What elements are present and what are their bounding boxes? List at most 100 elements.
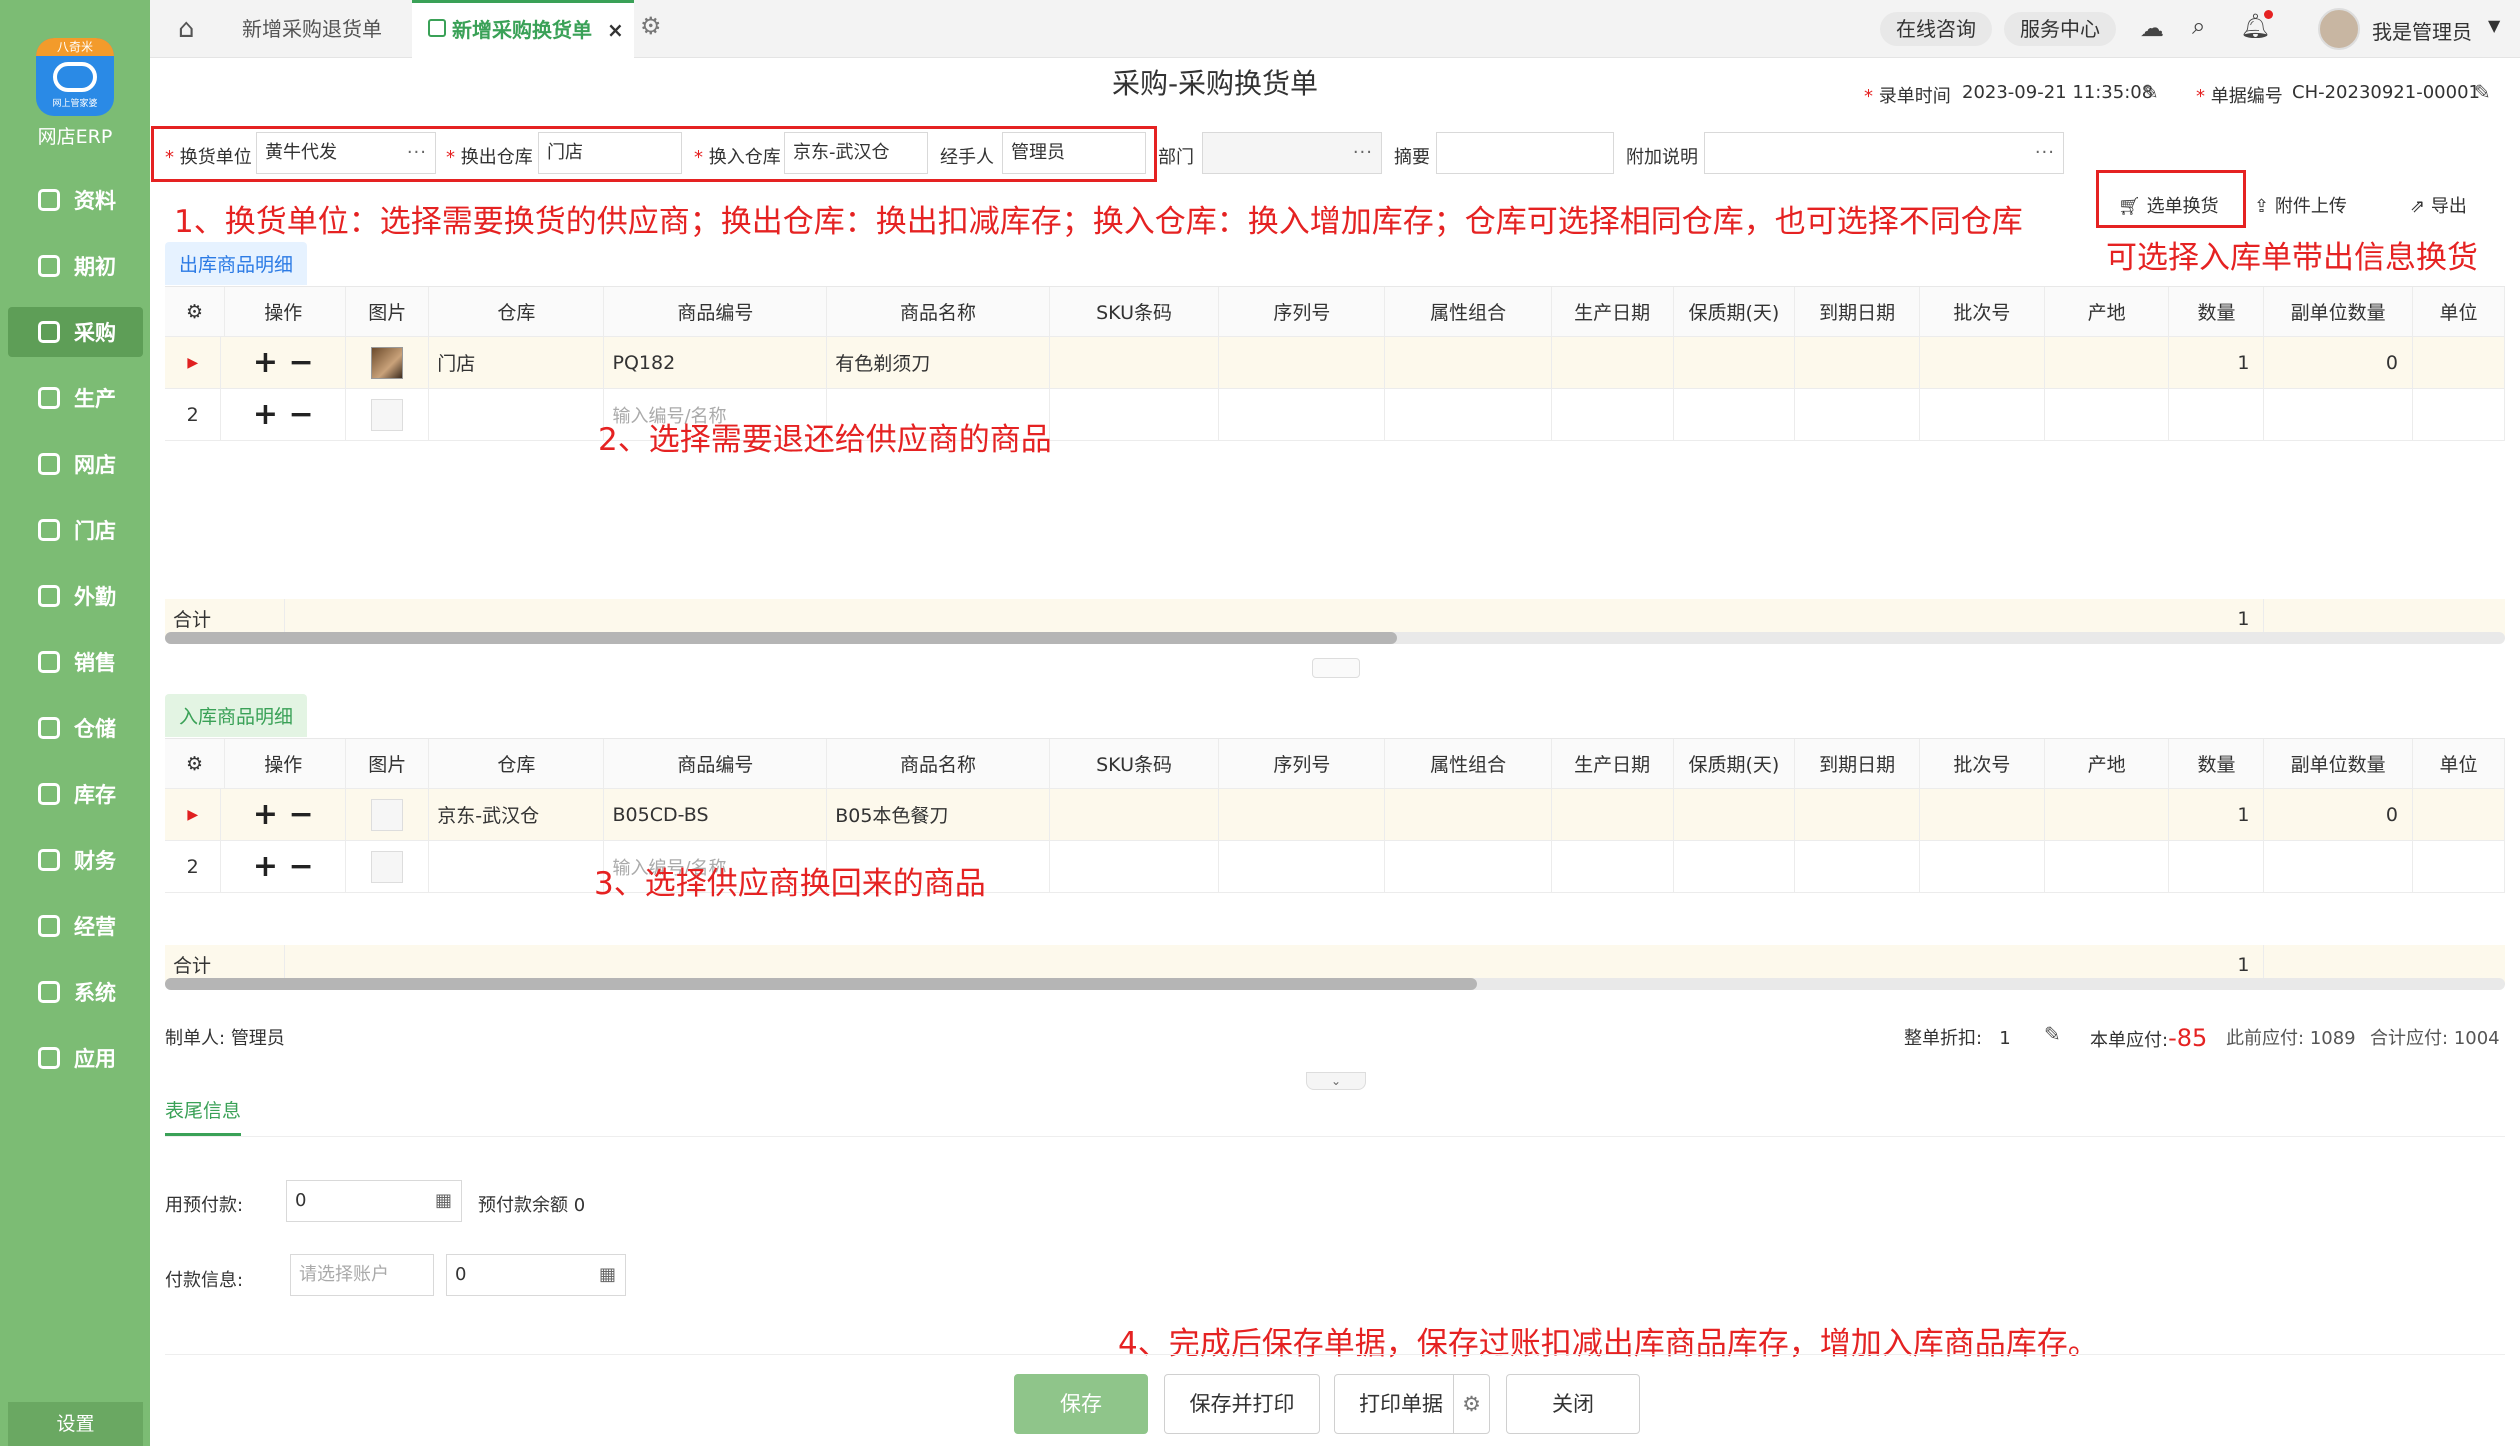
more-icon[interactable]: ··· xyxy=(407,133,427,173)
warehouse-cell[interactable]: 京东-武汉仓 xyxy=(429,789,605,840)
unit-cell[interactable] xyxy=(2413,841,2505,892)
table-cell[interactable] xyxy=(1219,337,1386,388)
gear-icon[interactable]: ⚙ xyxy=(1453,1375,1489,1433)
column-header[interactable]: 数量 xyxy=(2169,287,2265,336)
remove-row-icon[interactable]: − xyxy=(288,797,313,832)
image-cell[interactable] xyxy=(346,789,430,840)
chevron-down-icon[interactable]: ▼ xyxy=(2488,16,2500,35)
product-name-cell[interactable]: B05本色餐刀 xyxy=(827,789,1050,840)
summary-field[interactable] xyxy=(1436,132,1614,174)
table-cell[interactable] xyxy=(1920,789,2045,840)
column-header[interactable]: 仓库 xyxy=(429,739,605,788)
table-cell[interactable] xyxy=(1385,337,1552,388)
tab-purchase-return[interactable]: 新增采购退货单 xyxy=(220,0,410,58)
out-section-title[interactable]: 出库商品明细 xyxy=(165,242,308,285)
print-button[interactable]: 打印单据 ⚙ xyxy=(1334,1374,1490,1434)
table-cell[interactable] xyxy=(1674,789,1796,840)
column-header[interactable]: 保质期(天) xyxy=(1674,287,1796,336)
table-cell[interactable] xyxy=(1219,389,1386,440)
sub-quantity-cell[interactable] xyxy=(2264,841,2413,892)
user-name[interactable]: 我是管理员 xyxy=(2372,16,2472,45)
column-header[interactable]: 产地 xyxy=(2045,739,2170,788)
pay-amount-field[interactable]: 0 ▦ xyxy=(446,1254,626,1296)
tail-info-tab[interactable]: 表尾信息 xyxy=(165,1096,242,1136)
column-header[interactable]: 副单位数量 xyxy=(2264,739,2413,788)
table-cell[interactable] xyxy=(1552,841,1674,892)
table-cell[interactable] xyxy=(1920,389,2045,440)
remove-row-icon[interactable]: − xyxy=(288,849,313,884)
quantity-cell[interactable]: 1 xyxy=(2169,789,2265,840)
warehouse-cell[interactable] xyxy=(429,389,605,440)
table-row[interactable]: 2 + − 输入编号/名称 xyxy=(165,389,2505,441)
sub-quantity-cell[interactable] xyxy=(2264,389,2413,440)
out-scrollbar[interactable] xyxy=(165,632,2505,644)
calculator-icon[interactable]: ▦ xyxy=(435,1181,453,1221)
online-consult-button[interactable]: 在线咨询 xyxy=(1880,12,1992,46)
sub-quantity-cell[interactable]: 0 xyxy=(2264,789,2413,840)
sidebar-item-8[interactable]: 仓储 xyxy=(8,703,143,753)
product-code-cell[interactable]: B05CD-BS xyxy=(604,789,828,840)
table-row[interactable]: ▶ + − 门店 PQ182 有色剃须刀 1 0 xyxy=(165,337,2505,389)
in-warehouse-field[interactable]: 京东-武汉仓 xyxy=(784,132,928,174)
table-cell[interactable] xyxy=(1050,789,1220,840)
column-header[interactable]: 序列号 xyxy=(1219,287,1386,336)
gear-icon[interactable]: ⚙ xyxy=(640,12,662,40)
column-header[interactable]: 属性组合 xyxy=(1385,287,1552,336)
column-header[interactable]: SKU条码 xyxy=(1050,287,1220,336)
add-row-icon[interactable]: + xyxy=(253,397,289,432)
dept-field[interactable]: ··· xyxy=(1202,132,1382,174)
sidebar-item-1[interactable]: 期初 xyxy=(8,241,143,291)
table-row[interactable]: 2 + − 输入编号/名称 xyxy=(165,841,2505,893)
table-cell[interactable] xyxy=(1674,389,1796,440)
table-cell[interactable] xyxy=(1050,841,1220,892)
table-cell[interactable] xyxy=(1552,789,1674,840)
table-cell[interactable] xyxy=(1920,841,2045,892)
sidebar-item-11[interactable]: 经营 xyxy=(8,901,143,951)
unit-cell[interactable] xyxy=(2413,789,2505,840)
account-select[interactable]: 请选择账户 xyxy=(290,1254,434,1296)
warehouse-cell[interactable] xyxy=(429,841,605,892)
handler-field[interactable]: 管理员 xyxy=(1002,132,1146,174)
column-header[interactable]: 保质期(天) xyxy=(1674,739,1796,788)
sidebar-item-6[interactable]: 外勤 xyxy=(8,571,143,621)
table-cell[interactable] xyxy=(1385,841,1552,892)
in-scrollbar[interactable] xyxy=(165,978,2505,990)
edit-icon[interactable]: ✎ xyxy=(2474,80,2491,104)
close-icon[interactable]: × xyxy=(607,18,624,42)
table-cell[interactable] xyxy=(1385,789,1552,840)
table-cell[interactable] xyxy=(1050,389,1220,440)
column-header[interactable]: 图片 xyxy=(346,739,430,788)
cloud-download-icon[interactable]: ☁ xyxy=(2140,14,2164,42)
column-header[interactable]: 数量 xyxy=(2169,739,2265,788)
column-header[interactable]: 产地 xyxy=(2045,287,2170,336)
attach-upload-button[interactable]: ⇪ 附件上传 xyxy=(2254,192,2347,218)
note-field[interactable]: ··· xyxy=(1704,132,2064,174)
product-image[interactable] xyxy=(371,398,404,431)
warehouse-cell[interactable]: 门店 xyxy=(429,337,605,388)
column-header[interactable]: 商品名称 xyxy=(827,287,1050,336)
operation-cell[interactable]: + − xyxy=(221,841,347,892)
sidebar-item-2[interactable]: 采购 xyxy=(8,307,143,357)
settings-button[interactable]: 设置 xyxy=(8,1402,143,1446)
add-row-icon[interactable]: + xyxy=(253,345,289,380)
operation-cell[interactable]: + − xyxy=(221,337,347,388)
sidebar-item-0[interactable]: 资料 xyxy=(8,175,143,225)
edit-icon[interactable]: ✎ xyxy=(2044,1022,2061,1046)
column-header[interactable]: 属性组合 xyxy=(1385,739,1552,788)
column-header[interactable]: 到期日期 xyxy=(1795,739,1920,788)
remove-row-icon[interactable]: − xyxy=(288,345,313,380)
unit-cell[interactable] xyxy=(2413,337,2505,388)
select-exchange-button[interactable]: 🛒︎ 选单换货 xyxy=(2118,192,2219,218)
column-header[interactable]: 仓库 xyxy=(429,287,605,336)
close-button[interactable]: 关闭 xyxy=(1506,1374,1640,1434)
calculator-icon[interactable]: ▦ xyxy=(599,1255,617,1295)
sidebar-item-10[interactable]: 财务 xyxy=(8,835,143,885)
column-header[interactable]: 商品编号 xyxy=(604,287,828,336)
chevron-down-icon[interactable]: ⌄ xyxy=(1306,1072,1366,1090)
in-section-title[interactable]: 入库商品明细 xyxy=(165,694,308,737)
gear-icon[interactable]: ⚙ xyxy=(165,739,225,788)
exchange-unit-field[interactable]: 黄牛代发 ··· xyxy=(256,132,436,174)
sidebar-item-4[interactable]: 网店 xyxy=(8,439,143,489)
image-cell[interactable] xyxy=(346,337,430,388)
column-header[interactable]: 商品名称 xyxy=(827,739,1050,788)
